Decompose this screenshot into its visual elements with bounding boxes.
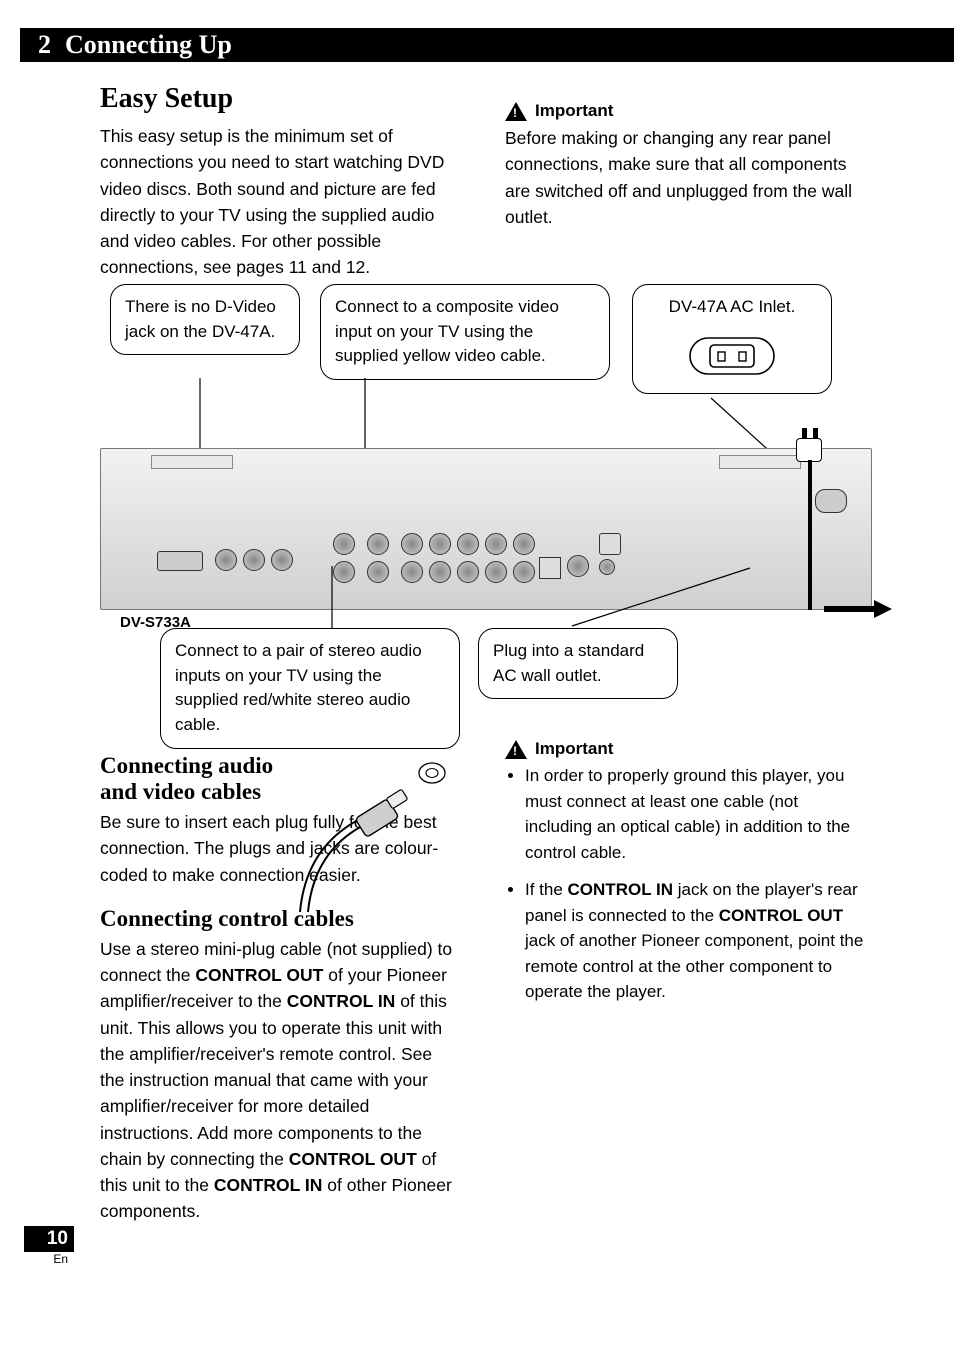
jack-icon <box>243 549 265 571</box>
jack-icon <box>333 533 355 555</box>
jack-icon <box>429 561 451 583</box>
page-language: En <box>24 1252 74 1266</box>
jack-icon <box>485 533 507 555</box>
important-top-body: Before making or changing any rear panel… <box>505 125 866 230</box>
bullet-text: jack of another Pioneer component, point… <box>525 931 863 1001</box>
important-bullet: In order to properly ground this player,… <box>525 763 866 865</box>
rca-cable-icon <box>288 757 458 917</box>
callout-no-dvideo: There is no D-Video jack on the DV-47A. <box>110 284 300 355</box>
power-cord-icon <box>808 460 812 610</box>
important-bullet-list: In order to properly ground this player,… <box>505 763 866 1005</box>
callout-ac-inlet: DV-47A AC Inlet. <box>632 284 832 394</box>
intro-columns: Easy Setup This easy setup is the minimu… <box>100 75 866 291</box>
bullet-text: If the <box>525 880 568 899</box>
control-out-label: CONTROL OUT <box>195 965 323 985</box>
ctrl-text: of this unit. This allows you to operate… <box>100 991 447 1169</box>
jack-icon <box>429 533 451 555</box>
intro-right-col: Important Before making or changing any … <box>505 75 866 291</box>
jack-group <box>367 533 389 555</box>
callout-ac-label: DV-47A AC Inlet. <box>647 295 817 320</box>
jack-icon <box>513 533 535 555</box>
control-out-label: CONTROL OUT <box>289 1149 417 1169</box>
jack-icon <box>457 561 479 583</box>
jack-icon <box>457 533 479 555</box>
jack-icon <box>401 533 423 555</box>
important-top-row: Important <box>505 101 866 121</box>
important-bottom-label: Important <box>535 739 613 759</box>
chapter-title: Connecting Up <box>59 30 232 60</box>
important-bullet: If the CONTROL IN jack on the player's r… <box>525 877 866 1005</box>
pointer-line <box>330 566 410 636</box>
warning-icon <box>505 102 527 121</box>
jack-group <box>401 533 535 555</box>
section-easy-title: Easy Setup <box>100 83 461 115</box>
section-ctrl-body: Use a stereo mini-plug cable (not suppli… <box>100 936 461 1225</box>
optical-jack-icon <box>539 557 561 579</box>
manual-page: 2 Connecting Up Easy Setup This easy set… <box>0 0 954 1348</box>
control-out-label: CONTROL OUT <box>719 906 843 925</box>
page-number-block: 10 En <box>24 1226 74 1266</box>
hdmi-jack-icon <box>157 551 203 571</box>
jack-group <box>333 533 355 555</box>
jack-group <box>215 549 293 571</box>
section-av-title: Connecting audio and video cables <box>100 753 280 805</box>
control-in-label: CONTROL IN <box>214 1175 323 1195</box>
warning-icon <box>505 740 527 759</box>
callout-stereo-audio: Connect to a pair of stereo audio inputs… <box>160 628 460 749</box>
control-in-label: CONTROL IN <box>568 880 673 899</box>
intro-left-col: Easy Setup This easy setup is the minimu… <box>100 75 461 291</box>
jack-icon <box>367 533 389 555</box>
jack-icon <box>485 561 507 583</box>
important-bottom-row: Important <box>505 739 866 759</box>
page-number: 10 <box>24 1226 74 1252</box>
jack-group <box>401 561 535 583</box>
jack-icon <box>271 549 293 571</box>
jack-icon <box>513 561 535 583</box>
section-easy-body: This easy setup is the minimum set of co… <box>100 123 461 281</box>
important-top-label: Important <box>535 101 613 121</box>
plug-body-icon <box>796 438 822 462</box>
control-in-label: CONTROL IN <box>287 991 396 1011</box>
callout-composite: Connect to a composite video input on yo… <box>320 284 610 380</box>
ac-inlet-icon <box>815 489 847 513</box>
chapter-header: 2 Connecting Up <box>20 28 954 62</box>
callout-plug-wall: Plug into a standard AC wall outlet. <box>478 628 678 699</box>
rear-panel-diagram: There is no D-Video jack on the DV-47A. … <box>100 278 870 733</box>
jack-icon <box>215 549 237 571</box>
power-arrow-icon <box>874 600 892 618</box>
svideo-jack-icon <box>599 533 621 555</box>
ac-inlet-icon <box>682 330 782 380</box>
chapter-number: 2 <box>20 30 59 60</box>
lower-columns: Connecting audio and video cables Be sur… <box>100 735 866 1235</box>
lower-right-col: Important In order to properly ground th… <box>505 735 866 1235</box>
lower-left-col: Connecting audio and video cables Be sur… <box>100 735 461 1235</box>
